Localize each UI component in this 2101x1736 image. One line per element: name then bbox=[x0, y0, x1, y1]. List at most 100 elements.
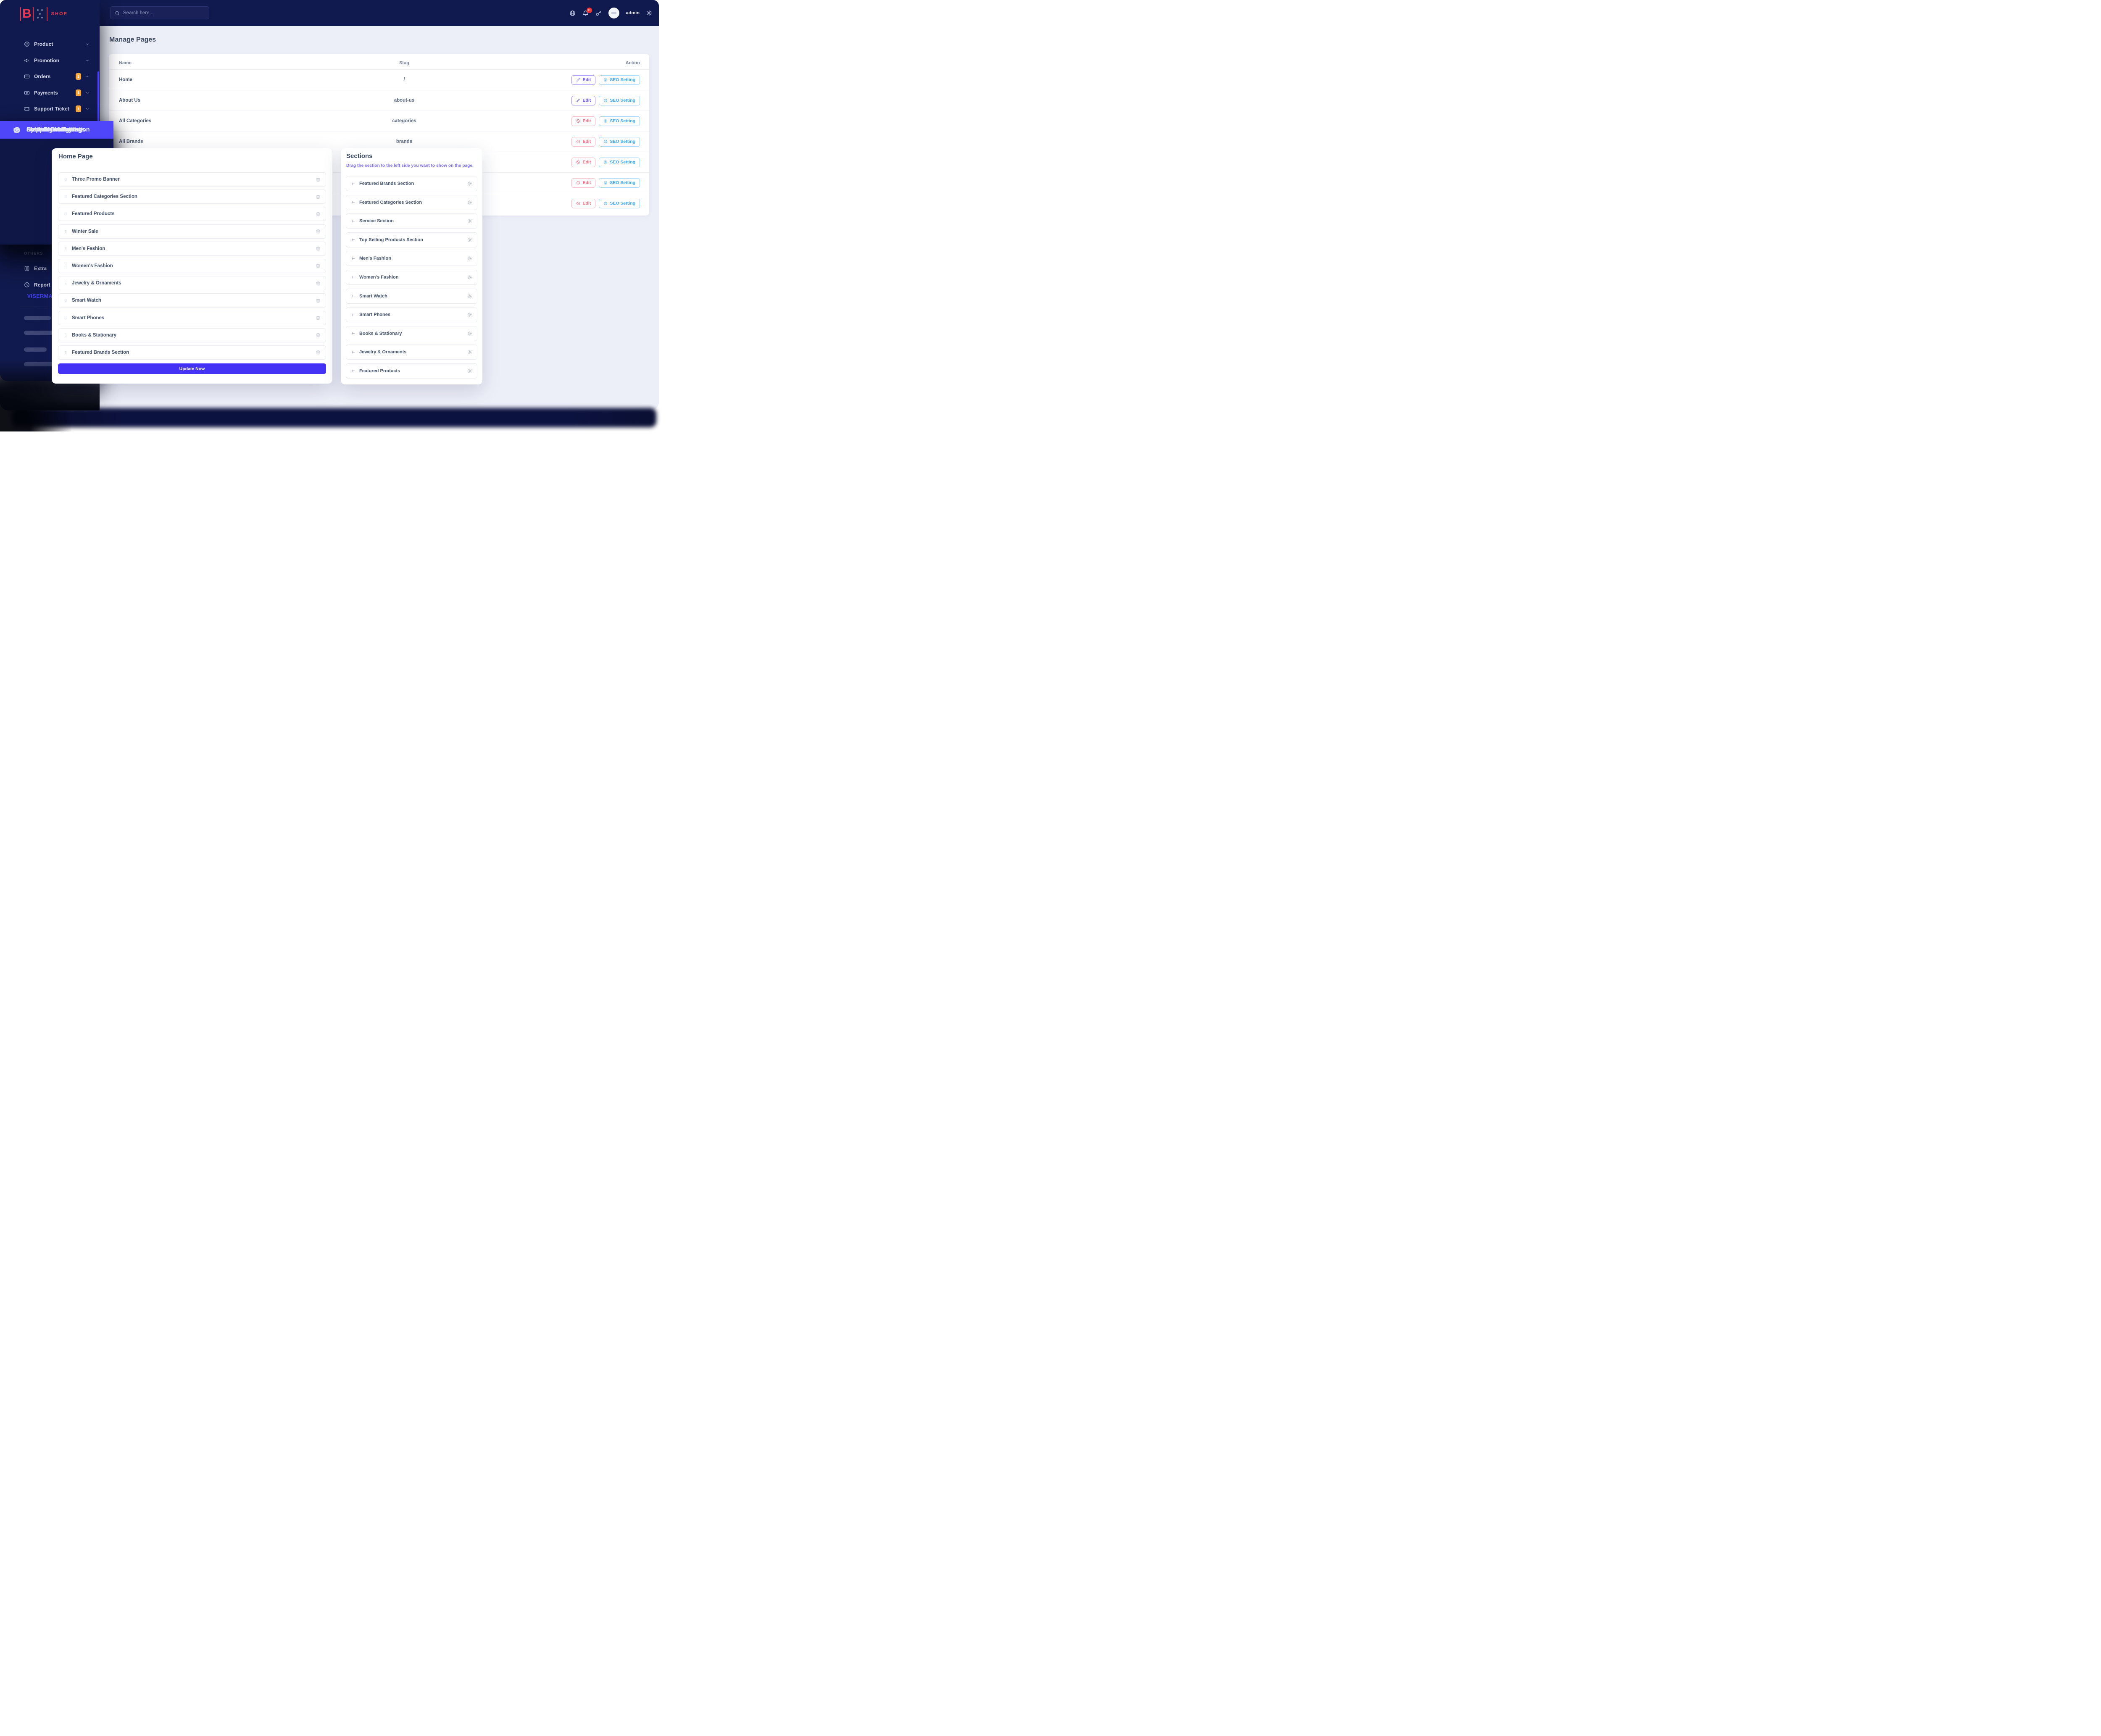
home-page-modal: Home Page Three Promo Banner Featured Ca… bbox=[52, 148, 332, 384]
gear-icon[interactable] bbox=[467, 200, 472, 205]
notifications-button[interactable]: 6+ bbox=[582, 10, 589, 16]
update-now-button[interactable]: Update Now bbox=[58, 363, 326, 374]
available-section-item[interactable]: Featured Brands Section bbox=[346, 176, 477, 191]
section-list-item[interactable]: Men's Fashion bbox=[58, 242, 326, 256]
drag-handle-icon[interactable] bbox=[63, 211, 68, 216]
seo-setting-button[interactable]: SEO Setting bbox=[599, 199, 640, 208]
trash-icon[interactable] bbox=[316, 194, 321, 200]
drag-handle-icon[interactable] bbox=[63, 246, 68, 251]
gear-icon[interactable] bbox=[467, 256, 472, 261]
section-list-item[interactable]: Women's Fashion bbox=[58, 259, 326, 273]
drag-handle-icon[interactable] bbox=[63, 194, 68, 199]
sidebar-item-icon bbox=[24, 41, 30, 47]
trash-icon[interactable] bbox=[316, 298, 321, 303]
settings-menu-item[interactable]: Shipping Methods bbox=[0, 121, 113, 139]
drag-handle-icon[interactable] bbox=[63, 177, 68, 182]
seo-setting-button[interactable]: SEO Setting bbox=[599, 178, 640, 188]
drag-handle-icon[interactable] bbox=[63, 316, 68, 321]
available-section-item[interactable]: Smart Watch bbox=[346, 289, 477, 304]
section-list-item[interactable]: Featured Categories Section bbox=[58, 189, 326, 204]
gear-icon[interactable] bbox=[467, 312, 472, 317]
available-section-item[interactable]: Top Selling Products Section bbox=[346, 232, 477, 247]
home-page-section-list: Three Promo Banner Featured Categories S… bbox=[58, 172, 326, 363]
seo-setting-button[interactable]: SEO Setting bbox=[599, 116, 640, 126]
trash-icon[interactable] bbox=[316, 281, 321, 286]
drag-handle-icon[interactable] bbox=[63, 229, 68, 234]
drag-handle-icon[interactable] bbox=[63, 281, 68, 286]
gear-icon[interactable] bbox=[467, 181, 472, 186]
ban-icon bbox=[576, 119, 580, 123]
drag-handle-icon[interactable] bbox=[63, 350, 68, 355]
available-section-item[interactable]: Men's Fashion bbox=[346, 251, 477, 266]
edit-button[interactable]: Edit bbox=[571, 137, 595, 147]
sidebar-item[interactable]: Orders 1 bbox=[0, 68, 100, 85]
available-section-item[interactable]: Books & Stationary bbox=[346, 326, 477, 341]
window-drop-shadow bbox=[12, 408, 656, 427]
trash-icon[interactable] bbox=[316, 229, 321, 234]
edit-button[interactable]: Edit bbox=[571, 75, 595, 85]
seo-setting-button[interactable]: SEO Setting bbox=[599, 96, 640, 105]
gear-icon[interactable] bbox=[467, 294, 472, 299]
seo-setting-button[interactable]: SEO Setting bbox=[599, 158, 640, 167]
available-section-item[interactable]: Women's Fashion bbox=[346, 270, 477, 285]
sidebar-item-icon bbox=[24, 74, 30, 79]
edit-button[interactable]: Edit bbox=[571, 116, 595, 126]
sidebar-item[interactable]: Product bbox=[0, 36, 100, 53]
gear-icon[interactable] bbox=[467, 331, 472, 336]
gear-icon[interactable] bbox=[646, 10, 652, 16]
settings-item-label: Shipping Methods bbox=[26, 126, 79, 133]
section-list-item[interactable]: Jewelry & Ornaments bbox=[58, 276, 326, 290]
section-item-label: Books & Stationary bbox=[72, 333, 311, 338]
section-list-item[interactable]: Featured Products bbox=[58, 207, 326, 221]
sidebar-item[interactable]: Support Ticket 1 bbox=[0, 101, 100, 117]
section-list-item[interactable]: Featured Brands Section bbox=[58, 345, 326, 360]
drag-handle-icon[interactable] bbox=[63, 298, 68, 303]
trash-icon[interactable] bbox=[316, 177, 321, 182]
search-input[interactable] bbox=[123, 11, 205, 16]
available-section-item[interactable]: Jewelry & Ornaments bbox=[346, 345, 477, 360]
section-list-item[interactable]: Books & Stationary bbox=[58, 328, 326, 342]
gear-icon[interactable] bbox=[467, 368, 472, 374]
drag-handle-icon[interactable] bbox=[63, 333, 68, 338]
available-section-item[interactable]: Smart Phones bbox=[346, 307, 477, 322]
gear-icon[interactable] bbox=[467, 350, 472, 355]
trash-icon[interactable] bbox=[316, 332, 321, 338]
trash-icon[interactable] bbox=[316, 263, 321, 268]
notification-badge: 6+ bbox=[587, 8, 592, 13]
search-box[interactable] bbox=[110, 6, 209, 19]
arrow-left-icon bbox=[351, 256, 355, 261]
logo[interactable]: B SHOP bbox=[20, 6, 68, 22]
chevron-down-icon bbox=[85, 107, 90, 111]
trash-icon[interactable] bbox=[316, 315, 321, 321]
gear-icon[interactable] bbox=[467, 237, 472, 242]
trash-icon[interactable] bbox=[316, 246, 321, 251]
username-label[interactable]: admin bbox=[626, 11, 640, 16]
sidebar-item[interactable]: Payments 1 bbox=[0, 85, 100, 101]
seo-button-label: SEO Setting bbox=[610, 201, 635, 206]
section-list-item[interactable]: Three Promo Banner bbox=[58, 172, 326, 187]
gear-icon[interactable] bbox=[467, 275, 472, 280]
edit-button[interactable]: Edit bbox=[571, 199, 595, 208]
trash-icon[interactable] bbox=[316, 350, 321, 355]
trash-icon[interactable] bbox=[316, 211, 321, 217]
seo-setting-button[interactable]: SEO Setting bbox=[599, 137, 640, 147]
seo-setting-button[interactable]: SEO Setting bbox=[599, 75, 640, 85]
key-icon[interactable] bbox=[595, 10, 602, 16]
gear-icon[interactable] bbox=[467, 218, 472, 224]
edit-button[interactable]: Edit bbox=[571, 96, 595, 105]
ban-icon bbox=[576, 160, 580, 164]
globe-icon[interactable] bbox=[569, 10, 576, 16]
section-list-item[interactable]: Winter Sale bbox=[58, 224, 326, 239]
arrow-left-icon bbox=[351, 219, 355, 224]
available-section-item[interactable]: Service Section bbox=[346, 213, 477, 229]
edit-button[interactable]: Edit bbox=[571, 158, 595, 167]
edit-button[interactable]: Edit bbox=[571, 178, 595, 188]
available-section-item[interactable]: Featured Products bbox=[346, 363, 477, 379]
sidebar-item[interactable]: Promotion bbox=[0, 53, 100, 69]
drag-handle-icon[interactable] bbox=[63, 263, 68, 268]
logo-dots bbox=[36, 8, 44, 20]
available-section-item[interactable]: Featured Categories Section bbox=[346, 195, 477, 210]
avatar[interactable] bbox=[608, 8, 619, 18]
section-list-item[interactable]: Smart Watch bbox=[58, 293, 326, 308]
section-list-item[interactable]: Smart Phones bbox=[58, 311, 326, 325]
